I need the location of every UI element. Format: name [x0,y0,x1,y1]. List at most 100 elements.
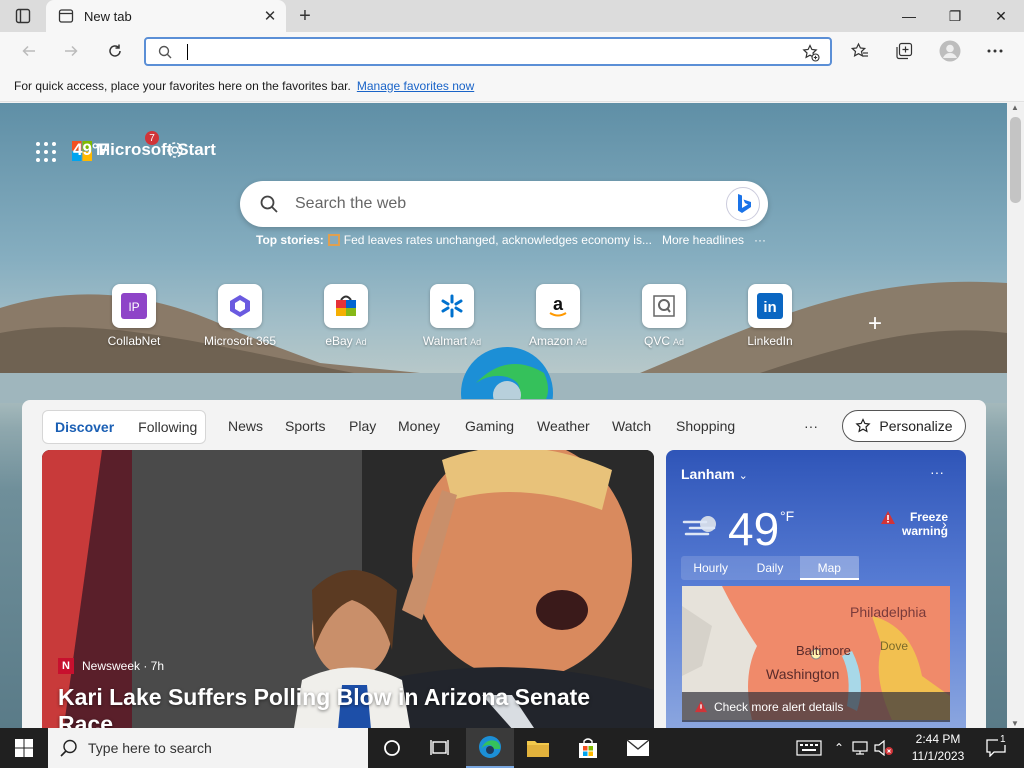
top-stories-label: Top stories: [256,233,324,247]
nav-money[interactable]: Money [398,418,440,434]
close-window-button[interactable]: ✕ [978,0,1024,32]
chevron-up-icon[interactable]: ⌃ [834,741,844,755]
page-scrollbar[interactable]: ▲ ▼ [1007,103,1024,728]
scroll-up-icon[interactable]: ▲ [1011,103,1019,112]
collections-button[interactable] [889,36,919,66]
tab-hourly[interactable]: Hourly [681,556,740,580]
quick-link-qvc[interactable]: QVC Ad [609,284,719,348]
nav-shopping[interactable]: Shopping [676,418,735,434]
nav-sports[interactable]: Sports [285,418,325,434]
app-launcher-icon[interactable] [34,141,58,163]
taskbar-clock[interactable]: 2:44 PM 11/1/2023 [906,731,970,765]
active-tab[interactable]: New tab ✕ [46,0,286,32]
nav-play[interactable]: Play [349,418,376,434]
discover-following-toggle: Discover Following [42,410,206,444]
check-alert-details-link[interactable]: Check more alert details [682,692,950,722]
ad-badge: Ad [673,337,685,347]
quick-link-ebay[interactable]: eBay Ad [291,284,401,348]
mail-icon [626,739,650,756]
add-quick-link-button[interactable]: + [864,312,886,336]
windows-taskbar: Type here to search ⌃ 2:44 PM 11/1/2023 … [0,728,1024,768]
tab-title: New tab [84,8,132,24]
feed-nav: Discover Following News Sports Play Mone… [42,410,966,444]
gear-icon[interactable] [166,141,184,159]
quick-link-microsoft365[interactable]: Microsoft 365 [185,284,295,348]
nav-watch[interactable]: Watch [612,418,651,434]
quick-link-collabnet[interactable]: IP CollabNet [79,284,189,348]
taskbar-mail[interactable] [614,728,662,768]
quick-link-linkedin[interactable]: in LinkedIn [715,284,825,348]
top-stories-bar: Top stories: Fed leaves rates unchanged,… [256,233,766,247]
cortana-button[interactable] [368,728,416,768]
keyboard-icon[interactable] [796,740,822,756]
hero-article-card[interactable]: N Newsweek · 7h Kari Lake Suffers Pollin… [42,450,654,728]
taskbar-edge[interactable] [466,728,514,768]
bing-chat-button[interactable] [726,187,760,221]
tab-map[interactable]: Map [799,556,859,580]
favorites-button[interactable] [845,36,875,66]
taskbar-search-placeholder: Type here to search [88,740,212,756]
clock-time: 2:44 PM [915,732,961,746]
taskbar-file-explorer[interactable] [514,728,562,768]
weather-more-icon[interactable]: ··· [930,464,944,480]
more-icon [987,49,1003,53]
map-label: Philadelphia [850,604,926,620]
weather-card[interactable]: Lanham ⌄ ··· 49 °F Freeze warning › Hour… [666,450,966,728]
close-tab-icon[interactable]: ✕ [262,8,278,25]
notification-badge[interactable]: 7 [145,131,159,145]
freeze-warning-alert[interactable]: Freeze warning [878,510,948,538]
quick-link-amazon[interactable]: a Amazon Ad [503,284,613,348]
tab-following[interactable]: Following [126,419,209,435]
taskbar-store[interactable] [564,728,612,768]
quick-link-walmart[interactable]: Walmart Ad [397,284,507,348]
personalize-button[interactable]: Personalize [842,410,966,442]
hero-source: N Newsweek · 7h [58,658,164,674]
top-story-link[interactable]: Fed leaves rates unchanged, acknowledges… [344,233,652,247]
avatar-icon [939,40,961,62]
taskbar-search-box[interactable]: Type here to search [48,728,368,768]
weather-location[interactable]: Lanham ⌄ [681,466,748,482]
settings-menu-button[interactable] [980,36,1010,66]
search-icon [158,45,172,59]
collections-icon [896,42,913,60]
tab-daily[interactable]: Daily [740,556,799,580]
network-icon[interactable] [852,741,868,755]
chevron-right-icon[interactable]: › [942,516,947,532]
top-stories-more-icon[interactable]: ··· [754,233,766,247]
tab-discover[interactable]: Discover [43,419,126,435]
clock-date: 11/1/2023 [911,749,965,763]
more-headlines-link[interactable]: More headlines [662,233,744,247]
back-button[interactable] [14,36,44,66]
hero-title[interactable]: Kari Lake Suffers Polling Blow in Arizon… [58,684,648,728]
amazon-icon: a [549,294,567,317]
nav-news[interactable]: News [228,418,263,434]
system-tray: ⌃ [796,728,894,768]
refresh-button[interactable] [100,36,130,66]
task-view-button[interactable] [416,728,464,768]
new-tab-button[interactable]: + [292,4,318,28]
start-button[interactable] [0,728,48,768]
minimize-button[interactable]: — [886,0,932,32]
forward-button[interactable] [56,36,86,66]
task-view-icon [430,740,449,755]
address-bar[interactable] [144,37,832,66]
nav-gaming[interactable]: Gaming [465,418,514,434]
quick-link-label: CollabNet [107,334,161,348]
web-search-input[interactable] [295,193,715,215]
address-input[interactable] [182,41,782,63]
scroll-thumb[interactable] [1010,117,1021,203]
add-favorite-icon[interactable] [802,44,820,62]
nav-weather[interactable]: Weather [537,418,590,434]
manage-favorites-link[interactable]: Manage favorites now [357,79,474,93]
refresh-icon [109,44,121,57]
action-center-button[interactable]: 1 [976,728,1016,768]
map-label: Washington [766,666,839,682]
profile-button[interactable] [935,36,965,66]
tab-actions-button[interactable] [8,4,38,28]
check-alert-text: Check more alert details [714,700,844,714]
feed-more-icon[interactable]: ··· [804,418,818,434]
maximize-button[interactable]: ❐ [932,0,978,32]
web-search-box[interactable] [240,181,768,227]
scroll-down-icon[interactable]: ▼ [1011,719,1019,728]
volume-muted-icon[interactable] [874,740,894,756]
